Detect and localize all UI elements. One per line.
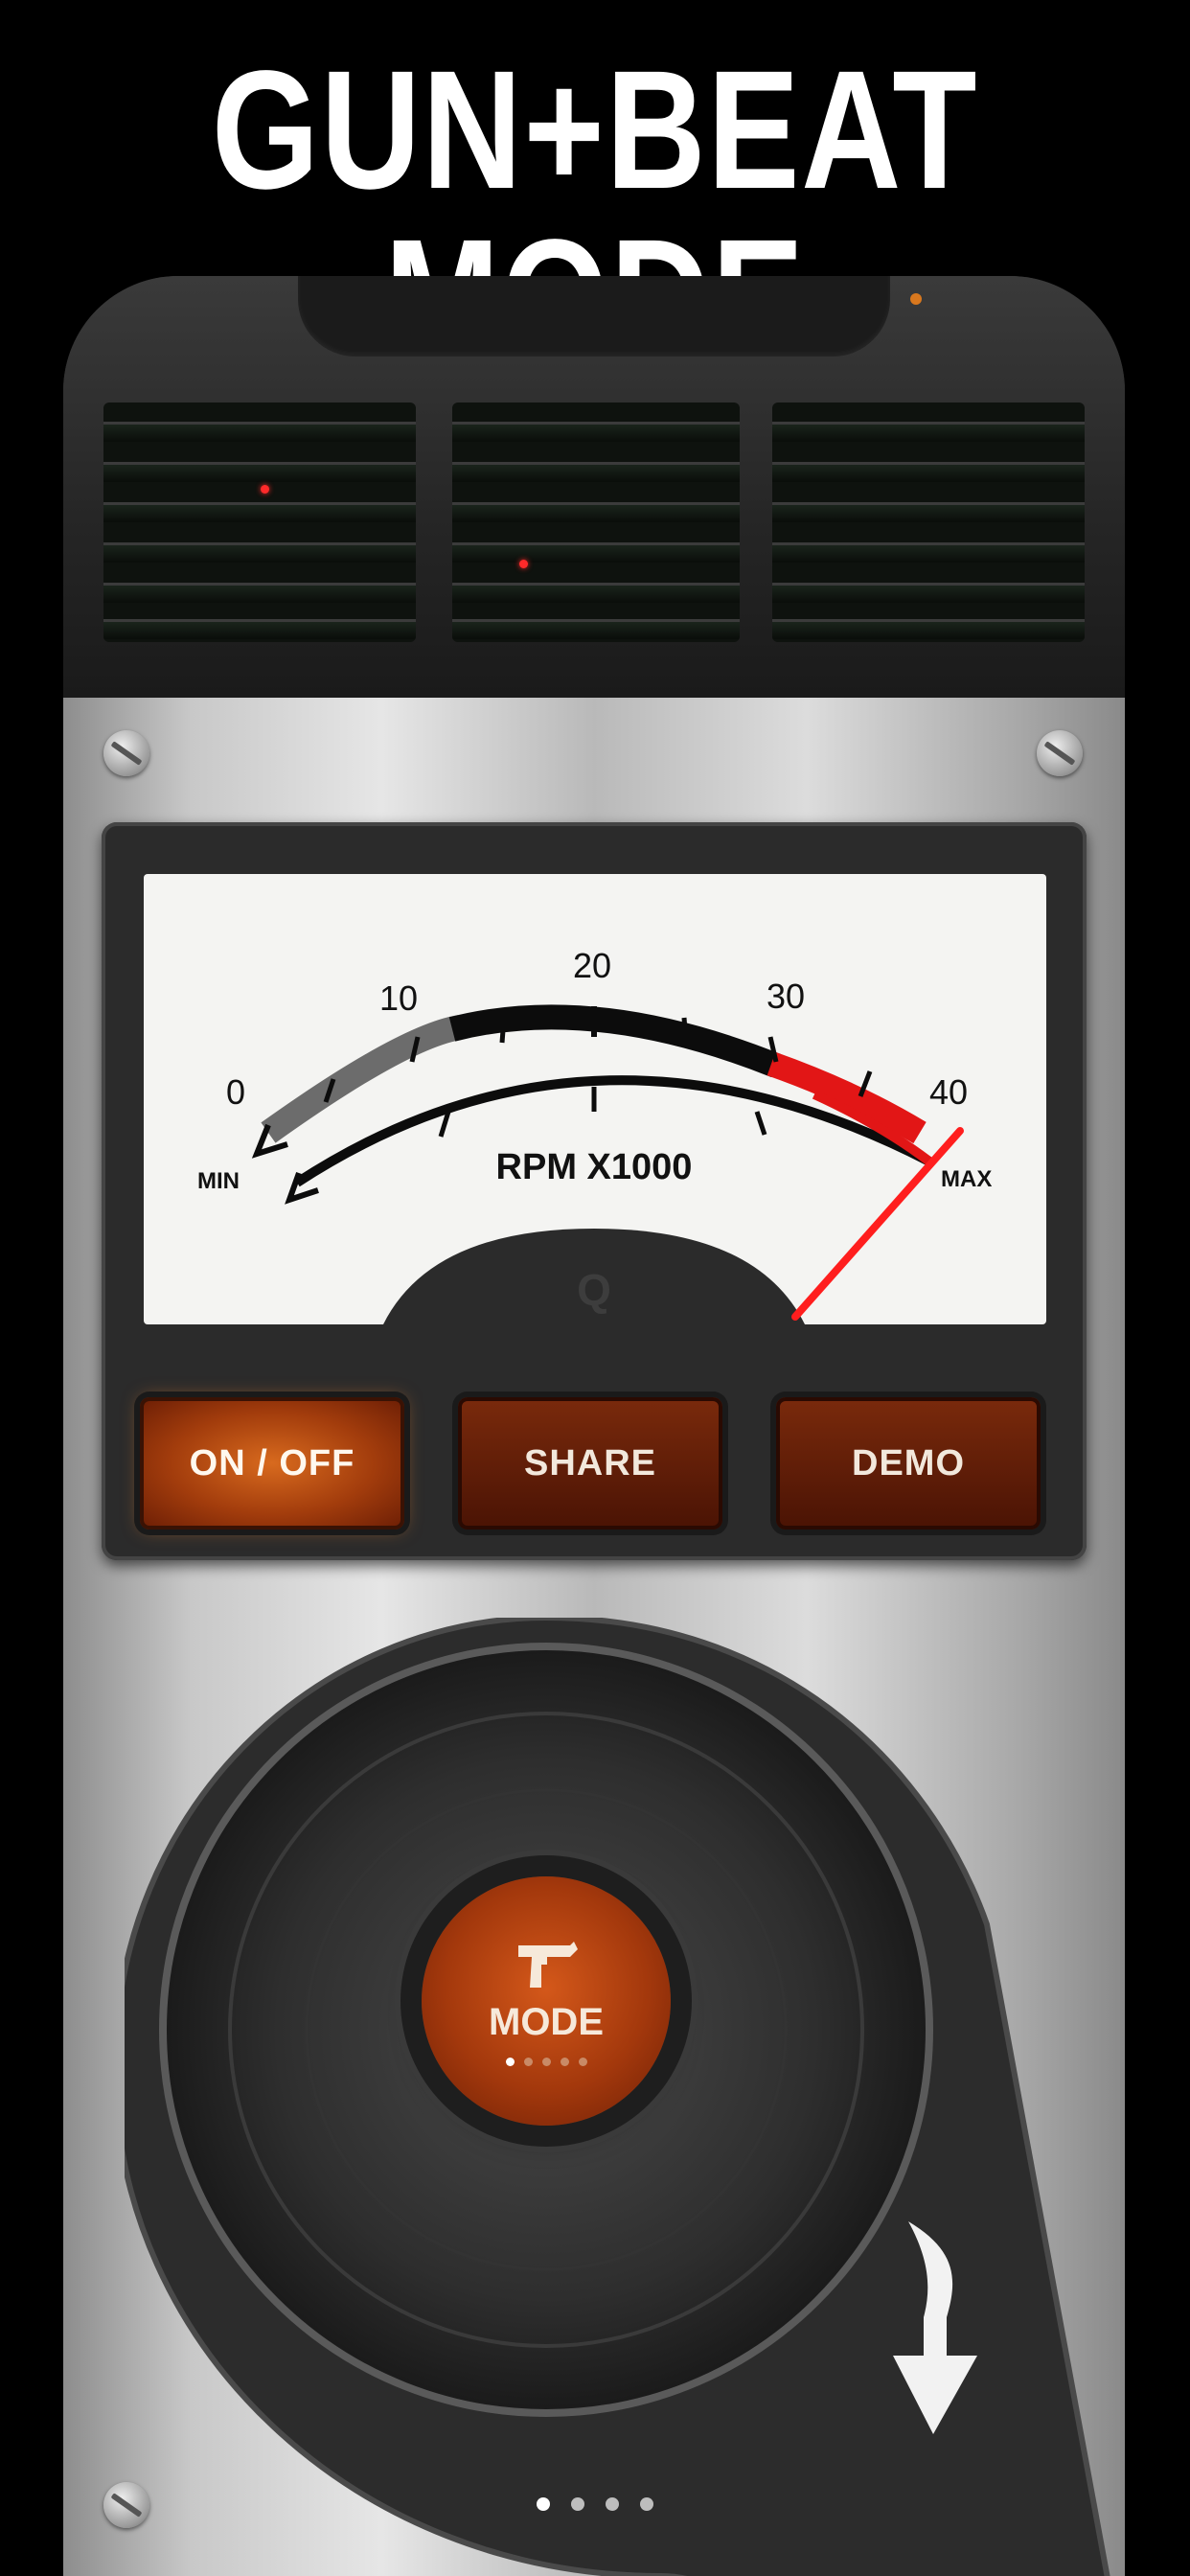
mode-dots (505, 2058, 587, 2066)
screw (1037, 730, 1083, 776)
mode-label: MODE (489, 2001, 604, 2043)
notch (298, 276, 890, 356)
demo-button[interactable]: DEMO (776, 1397, 1041, 1530)
meter-panel: 0 10 20 30 40 MIN MAX RPM X1000 Q ON / O… (102, 822, 1087, 1560)
on-off-button[interactable]: ON / OFF (140, 1397, 404, 1530)
screw (103, 730, 149, 776)
tick-label-10: 10 (379, 978, 418, 1018)
rpm-gauge: 0 10 20 30 40 MIN MAX RPM X1000 Q (144, 874, 1046, 1324)
max-label: MAX (941, 1166, 992, 1192)
rpm-needle (791, 1127, 964, 1321)
tick-mark (681, 1017, 689, 1044)
share-button[interactable]: SHARE (458, 1397, 722, 1530)
status-led (910, 293, 922, 305)
phone-device: 0 10 20 30 40 MIN MAX RPM X1000 Q ON / O… (63, 276, 1125, 2576)
tick-label-20: 20 (573, 946, 611, 985)
speaker-cap (63, 276, 1125, 698)
mode-button[interactable]: MODE (422, 1876, 671, 2126)
speaker-grille-center (452, 402, 740, 642)
arrow-down-icon (893, 2221, 977, 2434)
tick-label-30: 30 (767, 977, 805, 1016)
page-indicator[interactable] (537, 2497, 653, 2511)
tick-label-40: 40 (929, 1072, 968, 1112)
gauge-svg: 0 10 20 30 40 MIN MAX RPM X1000 Q (197, 946, 992, 1324)
rpm-unit-label: RPM X1000 (496, 1147, 693, 1187)
gun-icon (518, 1942, 578, 1988)
speaker-grille-left (103, 402, 416, 642)
tick-label-0: 0 (226, 1072, 245, 1112)
min-label: MIN (197, 1168, 240, 1194)
speaker-grille-right (772, 402, 1085, 642)
tick-mark (754, 1111, 767, 1136)
tick-mark (499, 1017, 507, 1044)
brand-mark: Q (577, 1265, 611, 1315)
